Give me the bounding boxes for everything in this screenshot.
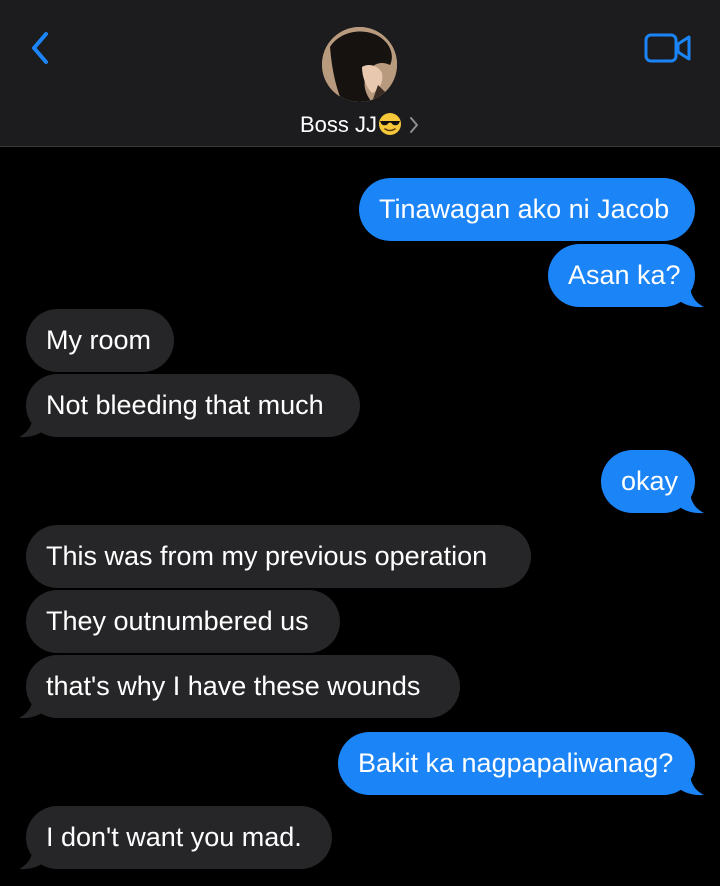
message-bubble-outgoing[interactable]: Bakit ka nagpapaliwanag? xyxy=(338,732,695,795)
incoming-tail-icon xyxy=(19,846,47,870)
chevron-right-icon xyxy=(410,117,419,133)
message-text: Tinawagan ako ni Jacob xyxy=(379,194,670,224)
message-bubble-outgoing[interactable]: Asan ka? xyxy=(548,244,695,307)
contact-name-button[interactable]: Boss JJ xyxy=(0,112,720,138)
message-text: Asan ka? xyxy=(568,260,681,290)
message-bubble-incoming[interactable]: that's why I have these wounds xyxy=(26,655,460,718)
message-text: My room xyxy=(46,325,152,355)
sunglasses-emoji-icon xyxy=(379,113,402,135)
message-text: This was from my previous operation xyxy=(46,541,488,571)
outgoing-tail-icon xyxy=(676,490,704,514)
outgoing-tail-icon xyxy=(676,284,704,308)
message-bubble-incoming[interactable]: They outnumbered us xyxy=(26,590,340,653)
message-text: Not bleeding that much xyxy=(46,390,324,420)
message-bubble-incoming[interactable]: Not bleeding that much xyxy=(26,374,360,437)
chevron-left-icon[interactable] xyxy=(24,28,56,68)
incoming-tail-icon xyxy=(19,414,47,438)
conversation-header: Boss JJ xyxy=(0,0,720,147)
contact-name: Boss JJ xyxy=(299,112,378,137)
outgoing-tail-icon xyxy=(676,772,704,796)
message-text: I don't want you mad. xyxy=(46,822,302,852)
message-bubble-outgoing[interactable]: Tinawagan ako ni Jacob xyxy=(359,178,695,241)
message-text: okay xyxy=(621,466,679,496)
message-text: Bakit ka nagpapaliwanag? xyxy=(358,748,674,778)
avatar[interactable] xyxy=(322,27,397,102)
message-text: They outnumbered us xyxy=(46,606,309,636)
avatar-photo xyxy=(322,27,397,102)
message-text: that's why I have these wounds xyxy=(46,671,421,701)
incoming-tail-icon xyxy=(19,695,47,719)
video-camera-icon[interactable] xyxy=(644,32,692,64)
message-bubble-incoming[interactable]: My room xyxy=(26,309,174,372)
message-bubble-incoming[interactable]: I don't want you mad. xyxy=(26,806,332,869)
message-bubble-incoming[interactable]: This was from my previous operation xyxy=(26,525,531,588)
